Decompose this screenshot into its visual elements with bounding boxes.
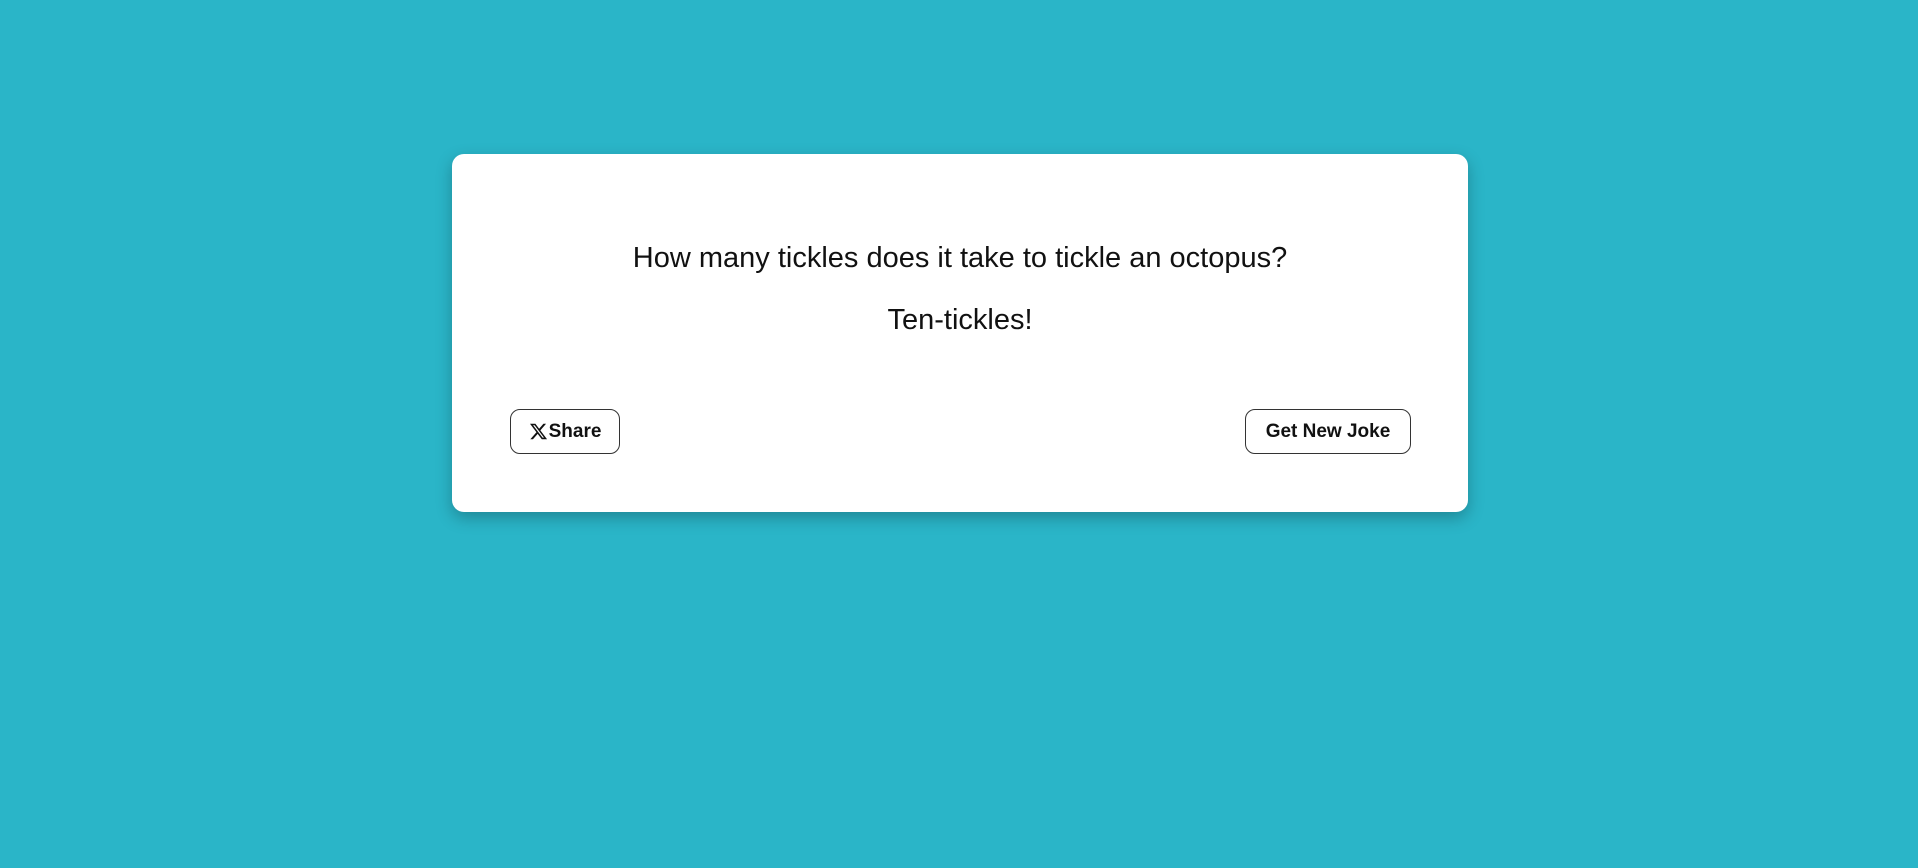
joke-setup: How many tickles does it take to tickle … [632, 242, 1288, 274]
get-new-joke-button[interactable]: Get New Joke [1245, 409, 1411, 454]
joke-card: How many tickles does it take to tickle … [452, 154, 1468, 512]
share-button-label: Share [548, 420, 602, 442]
x-logo-icon [529, 422, 548, 441]
get-new-joke-label: Get New Joke [1265, 420, 1391, 442]
share-button[interactable]: Share [510, 409, 620, 454]
joke-punchline: Ten-tickles! [887, 304, 1033, 336]
